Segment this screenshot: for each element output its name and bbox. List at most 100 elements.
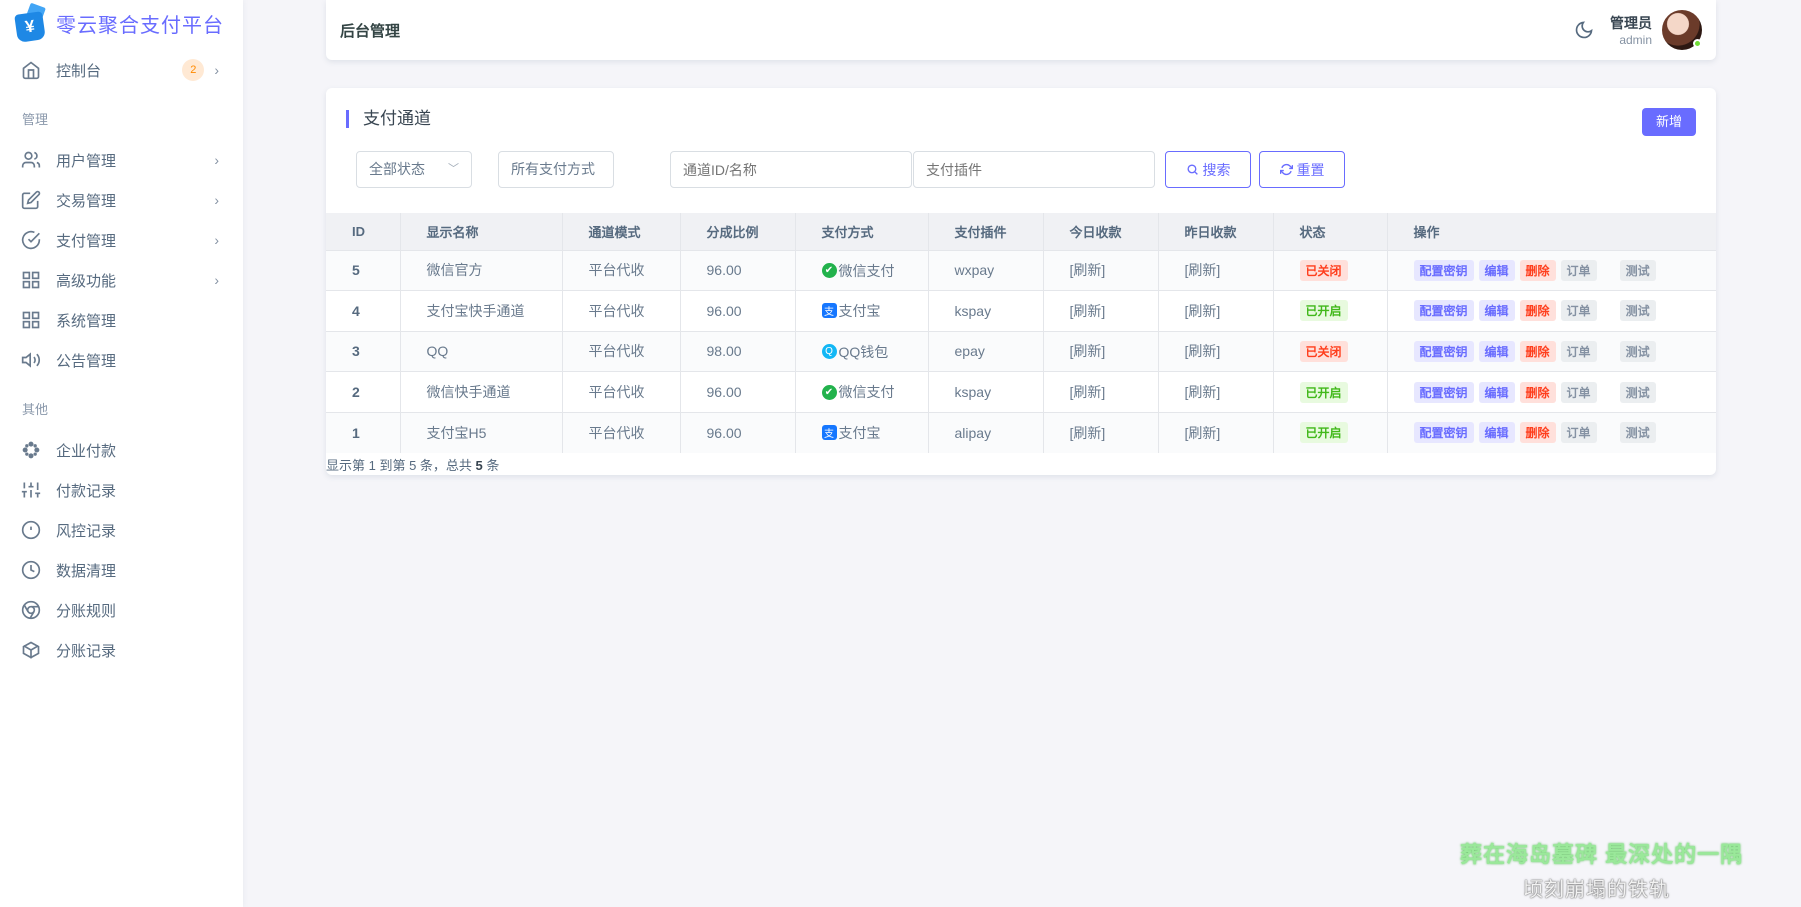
edit-button[interactable]: 编辑 [1478, 422, 1515, 444]
cell-yesterday-refresh[interactable]: [刷新] [1158, 249, 1274, 291]
column-header[interactable]: 支付插件 [928, 213, 1044, 250]
reset-button[interactable]: 重置 [1259, 151, 1345, 188]
table-row: 3 QQ 平台代收 98.00 Q QQ钱包 epay [刷新] [刷新] 已关闭 配置密钥 编辑 删除… [326, 330, 1716, 372]
wallet-logo-icon: ¥ [14, 2, 48, 43]
status-badge[interactable]: 已开启 [1299, 381, 1348, 403]
cell-yesterday-refresh[interactable]: [刷新] [1158, 411, 1274, 453]
column-header[interactable]: 通道模式 [562, 213, 681, 250]
config-key-button[interactable]: 配置密钥 [1413, 381, 1474, 403]
sidebar-item-data-cleanup[interactable]: 数据清理 [0, 550, 243, 590]
method-label: QQ钱包 [838, 343, 889, 360]
status-select[interactable]: 全部状态 ﹀ [356, 151, 472, 188]
cell-status: 已开启 [1273, 371, 1388, 413]
clock-icon [20, 559, 42, 581]
config-key-button[interactable]: 配置密钥 [1413, 340, 1474, 362]
add-channel-button[interactable]: 新增 [1642, 108, 1696, 136]
column-header[interactable]: 昨日收款 [1158, 213, 1274, 250]
column-header[interactable]: 今日收款 [1043, 213, 1159, 250]
test-button[interactable]: 测试 [1619, 300, 1656, 322]
cell-status: 已开启 [1273, 290, 1388, 332]
sidebar-item-label: 系统管理 [56, 312, 117, 330]
sidebar-item-risk-records[interactable]: 风控记录 [0, 510, 243, 550]
cell-yesterday-refresh[interactable]: [刷新] [1158, 371, 1274, 413]
search-button[interactable]: 搜索 [1165, 151, 1251, 188]
cell-today-refresh[interactable]: [刷新] [1043, 290, 1159, 332]
test-button[interactable]: 测试 [1619, 340, 1656, 362]
sidebar-item-label: 数据清理 [56, 562, 117, 580]
sidebar-item-dashboard[interactable]: 控制台 2 › [0, 50, 243, 90]
config-key-button[interactable]: 配置密钥 [1413, 259, 1474, 281]
edit-button[interactable]: 编辑 [1478, 381, 1515, 403]
payment-method-select[interactable]: 所有支付方式 [498, 151, 614, 188]
edit-button[interactable]: 编辑 [1478, 259, 1515, 281]
sidebar-item-payment-records[interactable]: 付款记录 [0, 470, 243, 510]
test-button[interactable]: 测试 [1619, 259, 1656, 281]
edit-button[interactable]: 编辑 [1478, 300, 1515, 322]
cell-method: 支支付宝 [795, 290, 929, 332]
sidebar-item-payment[interactable]: 支付管理 › [0, 220, 243, 260]
sidebar-item-split-records[interactable]: 分账记录 [0, 630, 243, 670]
status-badge[interactable]: 已开启 [1299, 422, 1348, 444]
table-row: 4 支付宝快手通道 平台代收 96.00 支支付宝 kspay [刷新] [刷新] 已开启 配置密… [326, 290, 1716, 332]
dark-mode-toggle-icon[interactable] [1570, 16, 1598, 44]
config-key-button[interactable]: 配置密钥 [1413, 422, 1474, 444]
cell-mode: 平台代收 [562, 249, 681, 291]
sidebar-item-enterprise-pay[interactable]: 企业付款 [0, 430, 243, 470]
orders-button[interactable]: 订单 [1560, 300, 1597, 322]
test-button[interactable]: 测试 [1619, 422, 1656, 444]
grid-icon [20, 309, 42, 331]
cell-yesterday-refresh[interactable]: [刷新] [1158, 290, 1274, 332]
sidebar-item-advanced[interactable]: 高级功能 › [0, 260, 243, 300]
column-header[interactable]: 状态 [1273, 213, 1388, 250]
column-header[interactable]: 支付方式 [795, 213, 929, 250]
sidebar-item-split-rules[interactable]: 分账规则 [0, 590, 243, 630]
cell-today-refresh[interactable]: [刷新] [1043, 249, 1159, 291]
cell-yesterday-refresh[interactable]: [刷新] [1158, 330, 1274, 372]
orders-button[interactable]: 订单 [1560, 259, 1597, 281]
sidebar-item-system[interactable]: 系统管理 [0, 300, 243, 340]
wechat-pay-icon: ✔ [821, 263, 837, 279]
cell-plugin: kspay [928, 371, 1044, 413]
chevron-right-icon: › [214, 232, 219, 248]
chevron-right-icon: › [214, 192, 219, 208]
delete-button[interactable]: 删除 [1519, 422, 1556, 444]
cell-plugin: wxpay [928, 249, 1044, 291]
column-header[interactable]: 显示名称 [400, 213, 563, 250]
cell-id: 2 [326, 371, 401, 413]
chevron-down-icon: ﹀ [448, 163, 459, 175]
cell-today-refresh[interactable]: [刷新] [1043, 330, 1159, 372]
orders-button[interactable]: 订单 [1560, 422, 1597, 444]
config-key-button[interactable]: 配置密钥 [1413, 300, 1474, 322]
sidebar-item-trades[interactable]: 交易管理 › [0, 180, 243, 220]
delete-button[interactable]: 删除 [1519, 381, 1556, 403]
delete-button[interactable]: 删除 [1519, 300, 1556, 322]
delete-button[interactable]: 删除 [1519, 340, 1556, 362]
channel-id-input[interactable] [670, 151, 912, 188]
status-badge[interactable]: 已关闭 [1299, 340, 1348, 362]
user-info[interactable]: 管理员 admin [1610, 13, 1652, 47]
brand[interactable]: ¥ 零云聚合支付平台 [0, 0, 243, 46]
orders-button[interactable]: 订单 [1560, 381, 1597, 403]
sidebar-item-users[interactable]: 用户管理 › [0, 140, 243, 180]
avatar[interactable] [1662, 10, 1702, 50]
cell-name: 支付宝快手通道 [400, 290, 563, 332]
cell-today-refresh[interactable]: [刷新] [1043, 371, 1159, 413]
cell-method: 支支付宝 [795, 411, 929, 453]
test-button[interactable]: 测试 [1619, 381, 1656, 403]
notification-badge: 2 [182, 59, 205, 81]
cell-method: ✔ 微信支付 [795, 249, 929, 291]
sidebar-item-announcements[interactable]: 公告管理 [0, 340, 243, 380]
status-badge[interactable]: 已关闭 [1299, 259, 1348, 281]
cell-name: QQ [400, 330, 563, 372]
column-header[interactable]: 分成比例 [680, 213, 796, 250]
plugin-input[interactable] [913, 151, 1155, 188]
edit-button[interactable]: 编辑 [1478, 340, 1515, 362]
status-badge[interactable]: 已开启 [1299, 300, 1348, 322]
cell-status: 已关闭 [1273, 330, 1388, 372]
column-header[interactable]: ID [326, 213, 401, 250]
cell-rate: 96.00 [680, 371, 796, 413]
orders-button[interactable]: 订单 [1560, 340, 1597, 362]
delete-button[interactable]: 删除 [1519, 259, 1556, 281]
alipay-icon: 支 [821, 303, 837, 319]
cell-today-refresh[interactable]: [刷新] [1043, 411, 1159, 453]
